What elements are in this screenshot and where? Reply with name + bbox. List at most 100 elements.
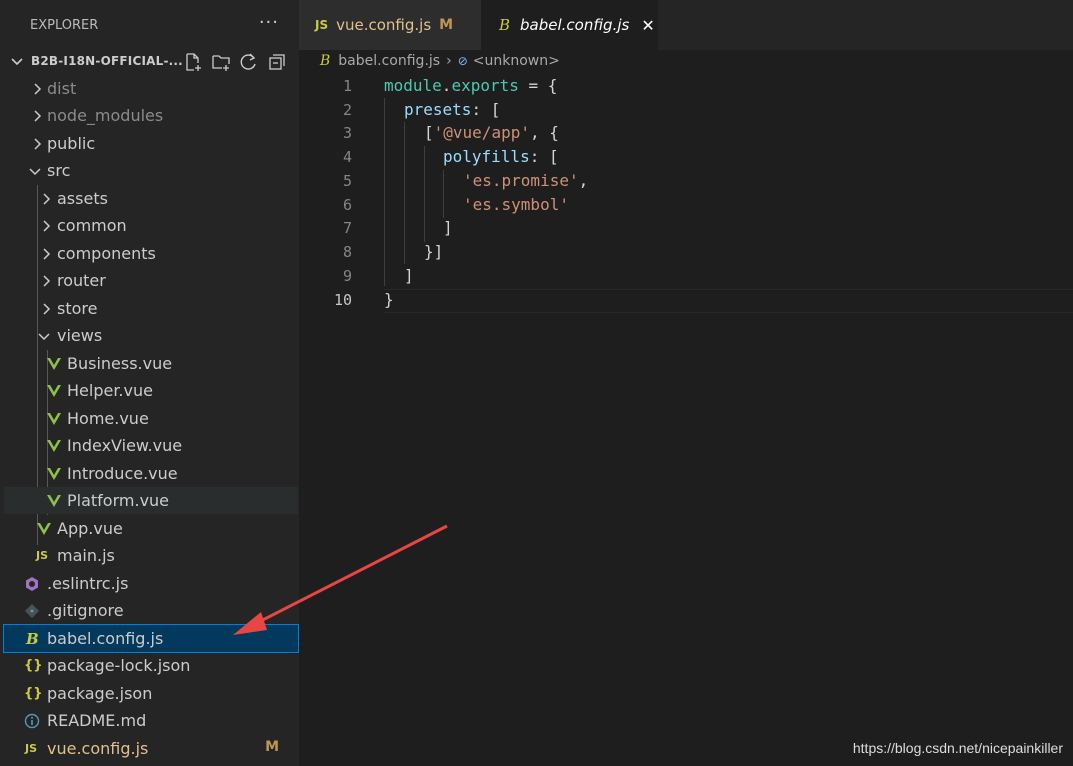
line-number: 9 [342,267,352,285]
tree-item-label: package-lock.json [47,656,191,675]
code-token: , { [529,123,559,142]
tree-item-helper-vue[interactable]: Helper.vue [4,377,298,404]
tree-item-label: components [57,244,156,263]
editor-tab-bar: JS vue.config.js M B babel.config.js ✕ [299,0,1073,50]
chevron-right-icon [34,110,42,122]
refresh-icon[interactable] [239,52,259,72]
line-number: 7 [342,219,352,237]
tree-item-introduce-vue[interactable]: Introduce.vue [4,460,298,487]
explorer-header: EXPLORER ··· [0,0,299,50]
breadcrumb-file[interactable]: babel.config.js [338,53,440,69]
annotation-arrow-icon [233,524,448,635]
tree-item-label: common [57,216,127,235]
tree-item-label: IndexView.vue [67,436,183,455]
code-line-4[interactable]: polyfills: [ [443,147,559,166]
explorer-title: EXPLORER [30,17,99,33]
tab-label: babel.config.js [520,16,630,34]
babel-icon: B [320,53,331,69]
tree-item-label: Platform.vue [67,491,170,510]
json-file-icon: {} [24,658,43,673]
babel-icon: B [499,16,511,34]
line-number: 5 [342,172,352,190]
tree-item-platform-vue[interactable]: Platform.vue [4,487,298,514]
js-file-icon: JS [315,18,329,32]
code-token: polyfills [443,147,530,166]
tree-item-router[interactable]: router [4,267,298,294]
code-token: 'es.symbol' [463,195,569,214]
tree-item-home-vue[interactable]: Home.vue [4,405,298,432]
tree-item-label: babel.config.js [47,629,164,648]
code-line-2[interactable]: presets: [ [404,100,500,119]
code-line-5[interactable]: 'es.promise', [463,171,588,190]
line-number: 10 [333,291,352,309]
vue-file-icon [47,440,61,452]
tree-item-indexview-vue[interactable]: IndexView.vue [4,432,298,459]
collapse-all-icon[interactable] [267,52,287,72]
tree-item-store[interactable]: store [4,295,298,322]
tree-item-dist[interactable]: dist [4,75,298,102]
chevron-down-icon [11,58,23,66]
tree-item-node-modules[interactable]: node_modules [4,102,298,129]
line-number: 3 [342,124,352,142]
close-icon[interactable]: ✕ [641,16,654,35]
project-name: B2B-I18N-OFFICIAL-... [31,54,183,68]
tab-babel-config[interactable]: B babel.config.js ✕ [481,0,658,50]
tree-item-common[interactable]: common [4,212,298,239]
tab-vue-config[interactable]: JS vue.config.js M [299,0,481,50]
code-token: , [578,171,589,190]
code-token: presets [404,100,472,119]
tree-item-src[interactable]: src [4,157,298,184]
tree-item-package-lock[interactable]: {} package-lock.json [4,652,298,679]
vue-file-icon [47,495,61,507]
tree-item-label: Business.vue [67,354,173,373]
tree-item-vue-config[interactable]: JS vue.config.js M [4,735,298,762]
tree-item-public[interactable]: public [4,130,298,157]
vue-file-icon [47,413,61,425]
tree-item-label: .gitignore [47,601,124,620]
code-token: [ [424,123,434,142]
code-line-3[interactable]: ['@vue/app', { [424,123,559,142]
chevron-right-icon [43,248,51,260]
chevron-down-icon [29,168,41,176]
vue-file-icon [47,358,61,370]
tree-item-assets[interactable]: assets [4,185,298,212]
tree-item-label: Helper.vue [67,381,153,400]
indent-guide [424,146,425,242]
tree-item-label: Home.vue [67,409,149,428]
vue-file-icon [47,385,61,397]
code-line-8[interactable]: }] [424,242,443,261]
tree-item-package-json[interactable]: {} package.json [4,680,298,707]
tree-item-readme[interactable]: README.md [4,707,298,734]
code-line-7[interactable]: ] [443,218,453,237]
breadcrumb: B babel.config.js › ⊘ <unknown> [320,50,560,72]
tree-item-label: store [57,299,98,318]
tree-item-business-vue[interactable]: Business.vue [4,350,298,377]
tab-label: vue.config.js [336,16,432,34]
tree-item-components[interactable]: components [4,240,298,267]
new-file-icon[interactable] [183,52,203,72]
line-number: 1 [342,77,352,95]
tree-item-label: Introduce.vue [67,464,178,483]
code-line-10[interactable]: } [384,290,394,309]
new-folder-icon[interactable] [211,52,231,72]
project-folder[interactable]: B2B-I18N-OFFICIAL-... [0,49,299,75]
more-actions-icon[interactable]: ··· [259,12,279,33]
code-token: = { [518,76,558,95]
tree-item-label: public [47,134,96,153]
code-token: : [ [471,100,501,119]
code-line-6[interactable]: 'es.symbol' [463,195,569,214]
code-token: . [441,76,452,95]
chevron-right-icon [43,193,51,205]
vue-file-icon [47,468,61,480]
modified-badge: M [265,739,279,755]
code-line-9[interactable]: ] [404,266,414,285]
tree-item-label: README.md [47,711,147,730]
tree-item-label: vue.config.js [47,739,149,758]
eslint-icon [26,577,38,591]
code-line-1[interactable]: module.exports = { [384,76,557,95]
tree-item-views[interactable]: views [4,322,298,349]
chevron-down-icon [38,333,50,341]
js-file-icon: JS [25,742,38,755]
chevron-right-icon [43,303,51,315]
breadcrumb-symbol[interactable]: <unknown> [473,53,560,69]
